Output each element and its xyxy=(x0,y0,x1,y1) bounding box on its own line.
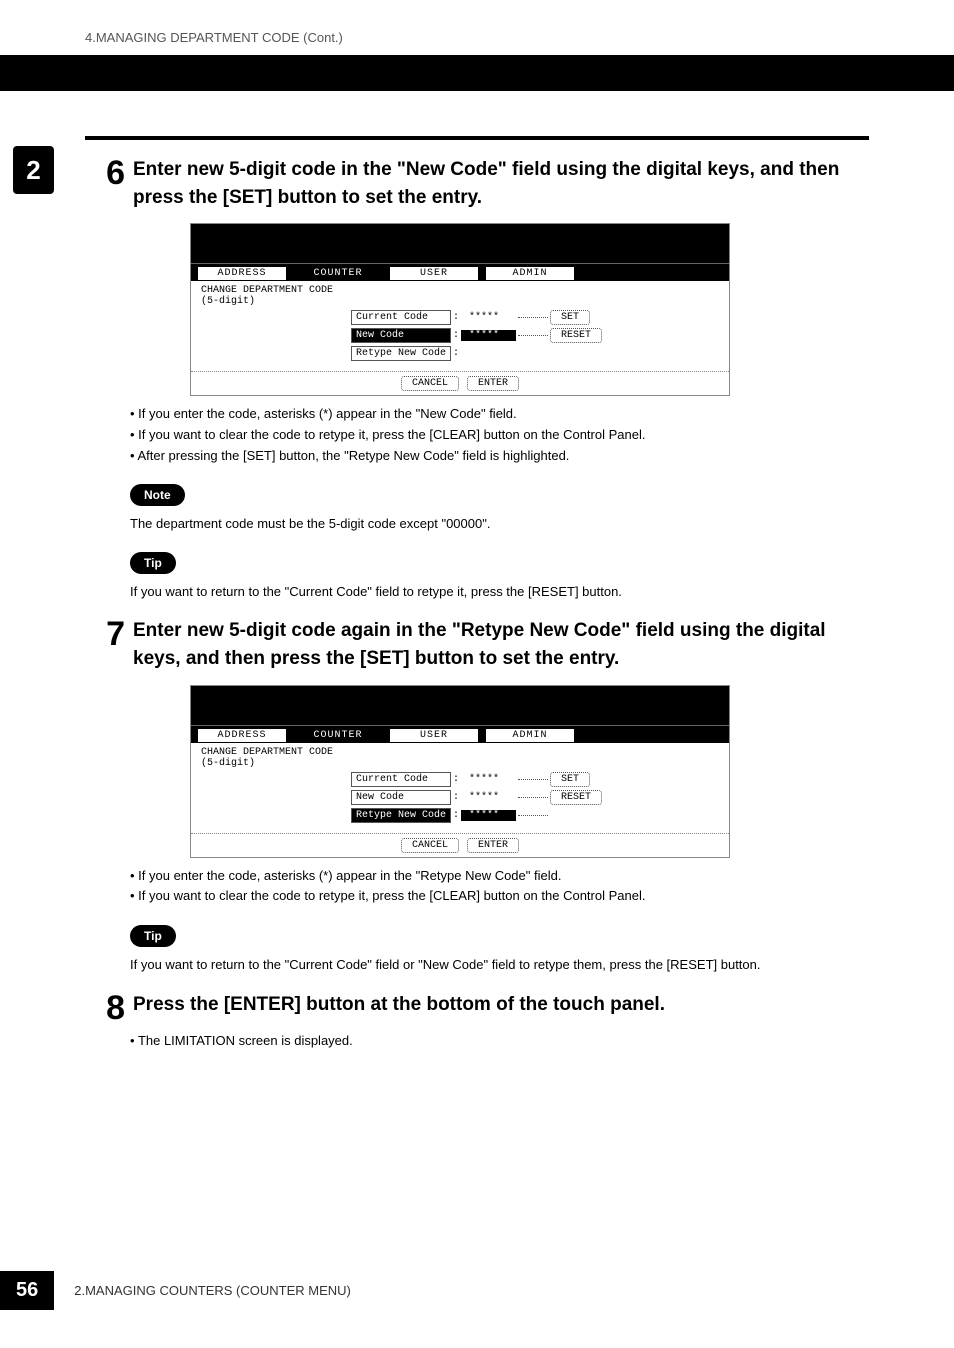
step-title: Enter new 5-digit code in the "New Code"… xyxy=(133,156,869,211)
step-8: 8 Press the [ENTER] button at the bottom… xyxy=(85,991,869,1052)
tab-counter[interactable]: COUNTER xyxy=(293,728,383,743)
device-screenshot-step7: ADDRESS COUNTER USER ADMIN CHANGE DEPART… xyxy=(190,685,730,858)
list-item: If you want to clear the code to retype … xyxy=(130,425,869,446)
screen-heading: CHANGE DEPARTMENT CODE (5-digit) xyxy=(201,285,719,307)
note-badge: Note xyxy=(130,484,185,506)
new-code-value: ***** xyxy=(461,792,516,803)
note-text: The department code must be the 5-digit … xyxy=(130,514,869,534)
new-code-label[interactable]: New Code xyxy=(351,328,451,343)
step-number: 6 xyxy=(85,156,125,190)
step8-bullets: The LIMITATION screen is displayed. xyxy=(130,1031,869,1052)
set-button[interactable]: SET xyxy=(550,310,590,325)
tip-badge: Tip xyxy=(130,925,176,947)
header-black-band xyxy=(0,55,954,91)
cancel-button[interactable]: CANCEL xyxy=(401,376,459,391)
reset-button[interactable]: RESET xyxy=(550,790,602,805)
step7-bullets: If you enter the code, asterisks (*) app… xyxy=(130,866,869,908)
step-6: 6 Enter new 5-digit code in the "New Cod… xyxy=(85,156,869,601)
enter-button[interactable]: ENTER xyxy=(467,376,519,391)
device-screenshot-step6: ADDRESS COUNTER USER ADMIN CHANGE DEPART… xyxy=(190,223,730,396)
tip-text: If you want to return to the "Current Co… xyxy=(130,582,869,602)
tab-admin[interactable]: ADMIN xyxy=(485,266,575,281)
tab-admin[interactable]: ADMIN xyxy=(485,728,575,743)
breadcrumb: 4.MANAGING DEPARTMENT CODE (Cont.) xyxy=(0,0,954,55)
step-title: Enter new 5-digit code again in the "Ret… xyxy=(133,617,869,672)
tab-user[interactable]: USER xyxy=(389,728,479,743)
step-7: 7 Enter new 5-digit code again in the "R… xyxy=(85,617,869,974)
section-rule xyxy=(85,136,869,140)
page-footer: 56 2.MANAGING COUNTERS (COUNTER MENU) xyxy=(0,1271,351,1310)
list-item: If you enter the code, asterisks (*) app… xyxy=(130,404,869,425)
tab-address[interactable]: ADDRESS xyxy=(197,266,287,281)
tab-counter[interactable]: COUNTER xyxy=(293,266,383,281)
list-item: If you want to clear the code to retype … xyxy=(130,886,869,907)
retype-code-label[interactable]: Retype New Code xyxy=(351,808,451,823)
tab-user[interactable]: USER xyxy=(389,266,479,281)
cancel-button[interactable]: CANCEL xyxy=(401,838,459,853)
page-number: 56 xyxy=(0,1271,54,1310)
retype-code-label: Retype New Code xyxy=(351,346,451,361)
step-number: 8 xyxy=(85,991,125,1025)
list-item: The LIMITATION screen is displayed. xyxy=(130,1031,869,1052)
footer-text: 2.MANAGING COUNTERS (COUNTER MENU) xyxy=(74,1283,351,1298)
new-code-label: New Code xyxy=(351,790,451,805)
current-code-value: ***** xyxy=(461,312,516,323)
list-item: If you enter the code, asterisks (*) app… xyxy=(130,866,869,887)
tip-badge: Tip xyxy=(130,552,176,574)
list-item: After pressing the [SET] button, the "Re… xyxy=(130,446,869,467)
current-code-value: ***** xyxy=(461,774,516,785)
set-button[interactable]: SET xyxy=(550,772,590,787)
step-title: Press the [ENTER] button at the bottom o… xyxy=(133,991,869,1019)
step6-bullets: If you enter the code, asterisks (*) app… xyxy=(130,404,869,466)
enter-button[interactable]: ENTER xyxy=(467,838,519,853)
tab-address[interactable]: ADDRESS xyxy=(197,728,287,743)
reset-button[interactable]: RESET xyxy=(550,328,602,343)
step-number: 7 xyxy=(85,617,125,651)
new-code-value[interactable]: ***** xyxy=(461,330,516,341)
current-code-label: Current Code xyxy=(351,772,451,787)
screen-heading: CHANGE DEPARTMENT CODE (5-digit) xyxy=(201,747,719,769)
retype-code-value[interactable]: ***** xyxy=(461,810,516,821)
tip-text: If you want to return to the "Current Co… xyxy=(130,955,869,975)
current-code-label: Current Code xyxy=(351,310,451,325)
